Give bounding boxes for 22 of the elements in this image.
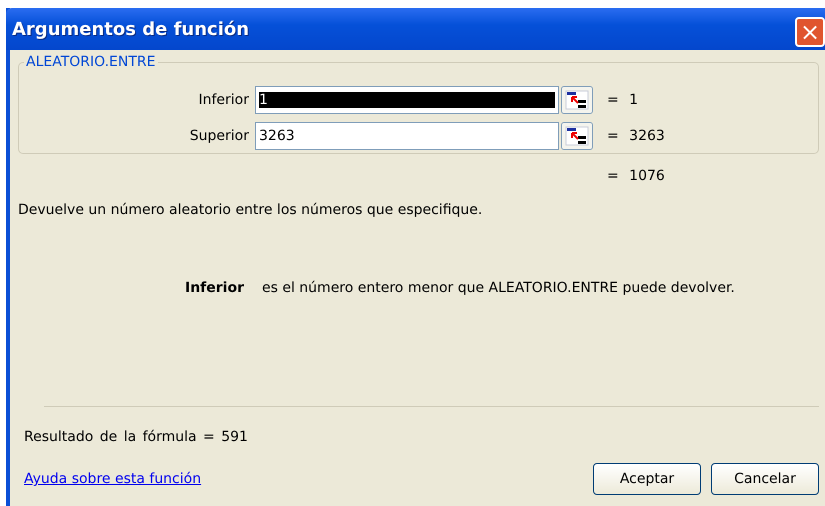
collapse-button[interactable]	[561, 86, 593, 114]
collapse-dialog-icon	[565, 90, 589, 110]
window-title: Argumentos de función	[12, 18, 250, 40]
argument-label: Superior	[188, 128, 250, 144]
field-value: 3263	[259, 128, 295, 144]
input-field[interactable]: 1	[255, 86, 559, 114]
collapse-dialog-icon	[565, 126, 589, 146]
argument-name: Inferior	[185, 280, 244, 296]
function-result: = 1076	[607, 168, 666, 184]
function-description: Devuelve un número aleatorio entre los números que especifique.	[18, 202, 484, 218]
argument-description: es el número entero menor que ALEATORIO.ENTRE puede devolver.	[262, 280, 735, 296]
field-value: 1	[259, 92, 555, 108]
ok-button[interactable]: Aceptar	[593, 463, 701, 495]
argument-result: = 3263	[607, 128, 665, 144]
argument-label: Inferior	[197, 92, 250, 108]
argument-result: = 1	[607, 92, 638, 108]
cancel-button[interactable]: Cancelar	[711, 463, 819, 495]
formula-result: Resultado de la fórmula = 591	[24, 429, 249, 445]
help-link[interactable]: Ayuda sobre esta función	[24, 471, 583, 487]
close-button[interactable]: ×	[795, 17, 825, 47]
collapse-button[interactable]	[561, 122, 593, 150]
input-field[interactable]: 3263	[255, 122, 559, 150]
